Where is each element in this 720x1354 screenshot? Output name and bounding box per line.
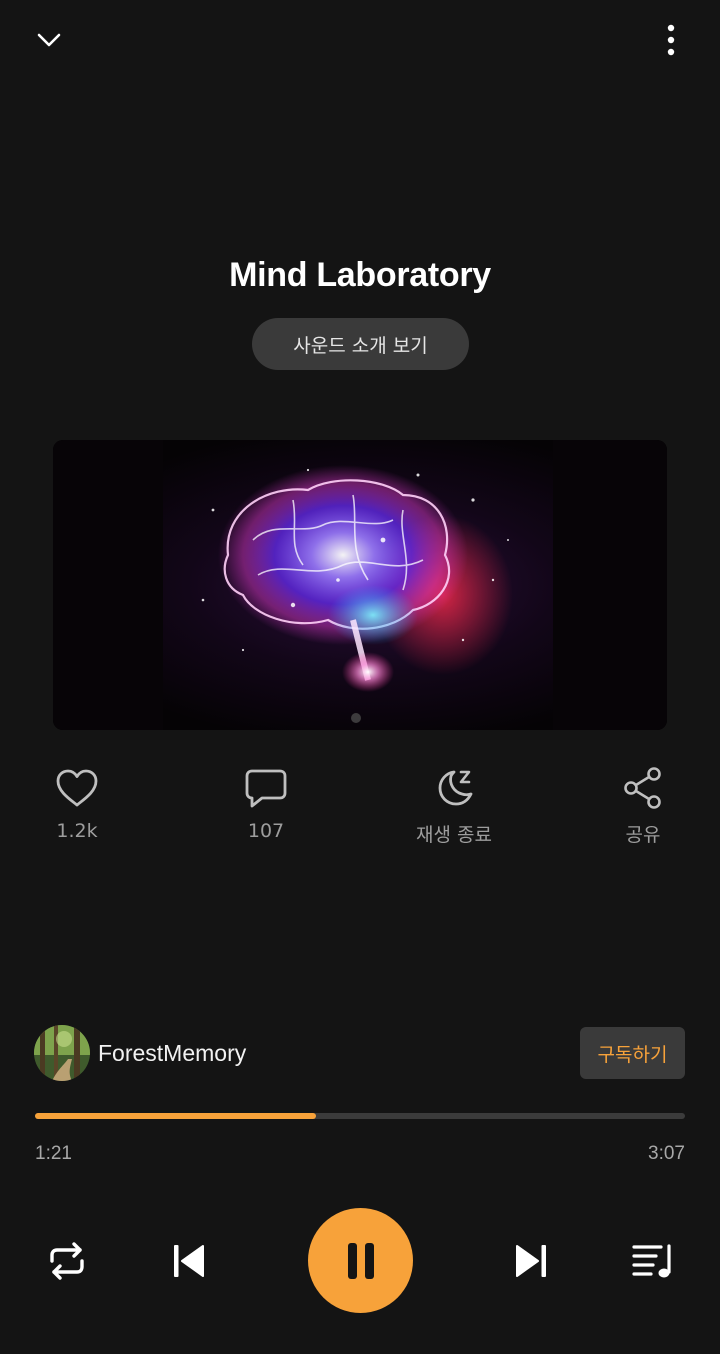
pause-button[interactable]: [308, 1208, 413, 1313]
pause-icon: [347, 1242, 374, 1279]
avatar: [34, 1025, 90, 1081]
progress-fill: [35, 1113, 317, 1119]
action-bar: 1.2k 107 재생 종료 공유: [0, 762, 720, 852]
previous-button[interactable]: [166, 1237, 210, 1285]
cover-artwork: [53, 440, 667, 730]
more-vertical-icon: [667, 24, 675, 56]
skip-previous-icon: [174, 1245, 204, 1277]
track-title: Mind Laboratory: [229, 256, 491, 294]
repeat-icon: [50, 1242, 84, 1280]
creator-profile[interactable]: ForestMemory: [34, 1024, 246, 1082]
repeat-button[interactable]: [42, 1237, 92, 1285]
subscribe-button[interactable]: 구독하기: [580, 1027, 685, 1079]
glowing-brain-image: [53, 440, 667, 730]
player-screen: Mind Laboratory 사운드 소개 보기 1.2k 107 재생 종료…: [0, 0, 720, 1354]
playlist-button[interactable]: [628, 1237, 678, 1285]
collapse-button[interactable]: [27, 18, 71, 62]
skip-next-icon: [516, 1245, 546, 1277]
comment-icon: [245, 769, 287, 808]
share-icon: [624, 767, 661, 809]
comment-button[interactable]: 107: [206, 762, 326, 842]
next-button[interactable]: [510, 1237, 554, 1285]
creator-name: ForestMemory: [98, 1039, 247, 1066]
sleep-timer-button[interactable]: 재생 종료: [394, 762, 514, 847]
playlist-icon: [632, 1244, 671, 1278]
like-button[interactable]: 1.2k: [17, 762, 137, 842]
moon-sleep-icon: [438, 770, 473, 806]
duration: 3:07: [648, 1143, 685, 1164]
comment-count: 107: [247, 820, 285, 842]
heart-icon: [56, 769, 98, 807]
current-time: 1:21: [35, 1143, 72, 1164]
like-count: 1.2k: [56, 820, 98, 842]
share-button[interactable]: 공유: [583, 762, 703, 847]
more-menu-button[interactable]: [649, 18, 693, 62]
share-label: 공유: [625, 824, 661, 846]
sleep-timer-label: 재생 종료: [416, 824, 492, 846]
progress-bar[interactable]: [35, 1113, 685, 1119]
sound-intro-button[interactable]: 사운드 소개 보기: [252, 318, 469, 370]
chevron-down-icon: [37, 33, 61, 47]
